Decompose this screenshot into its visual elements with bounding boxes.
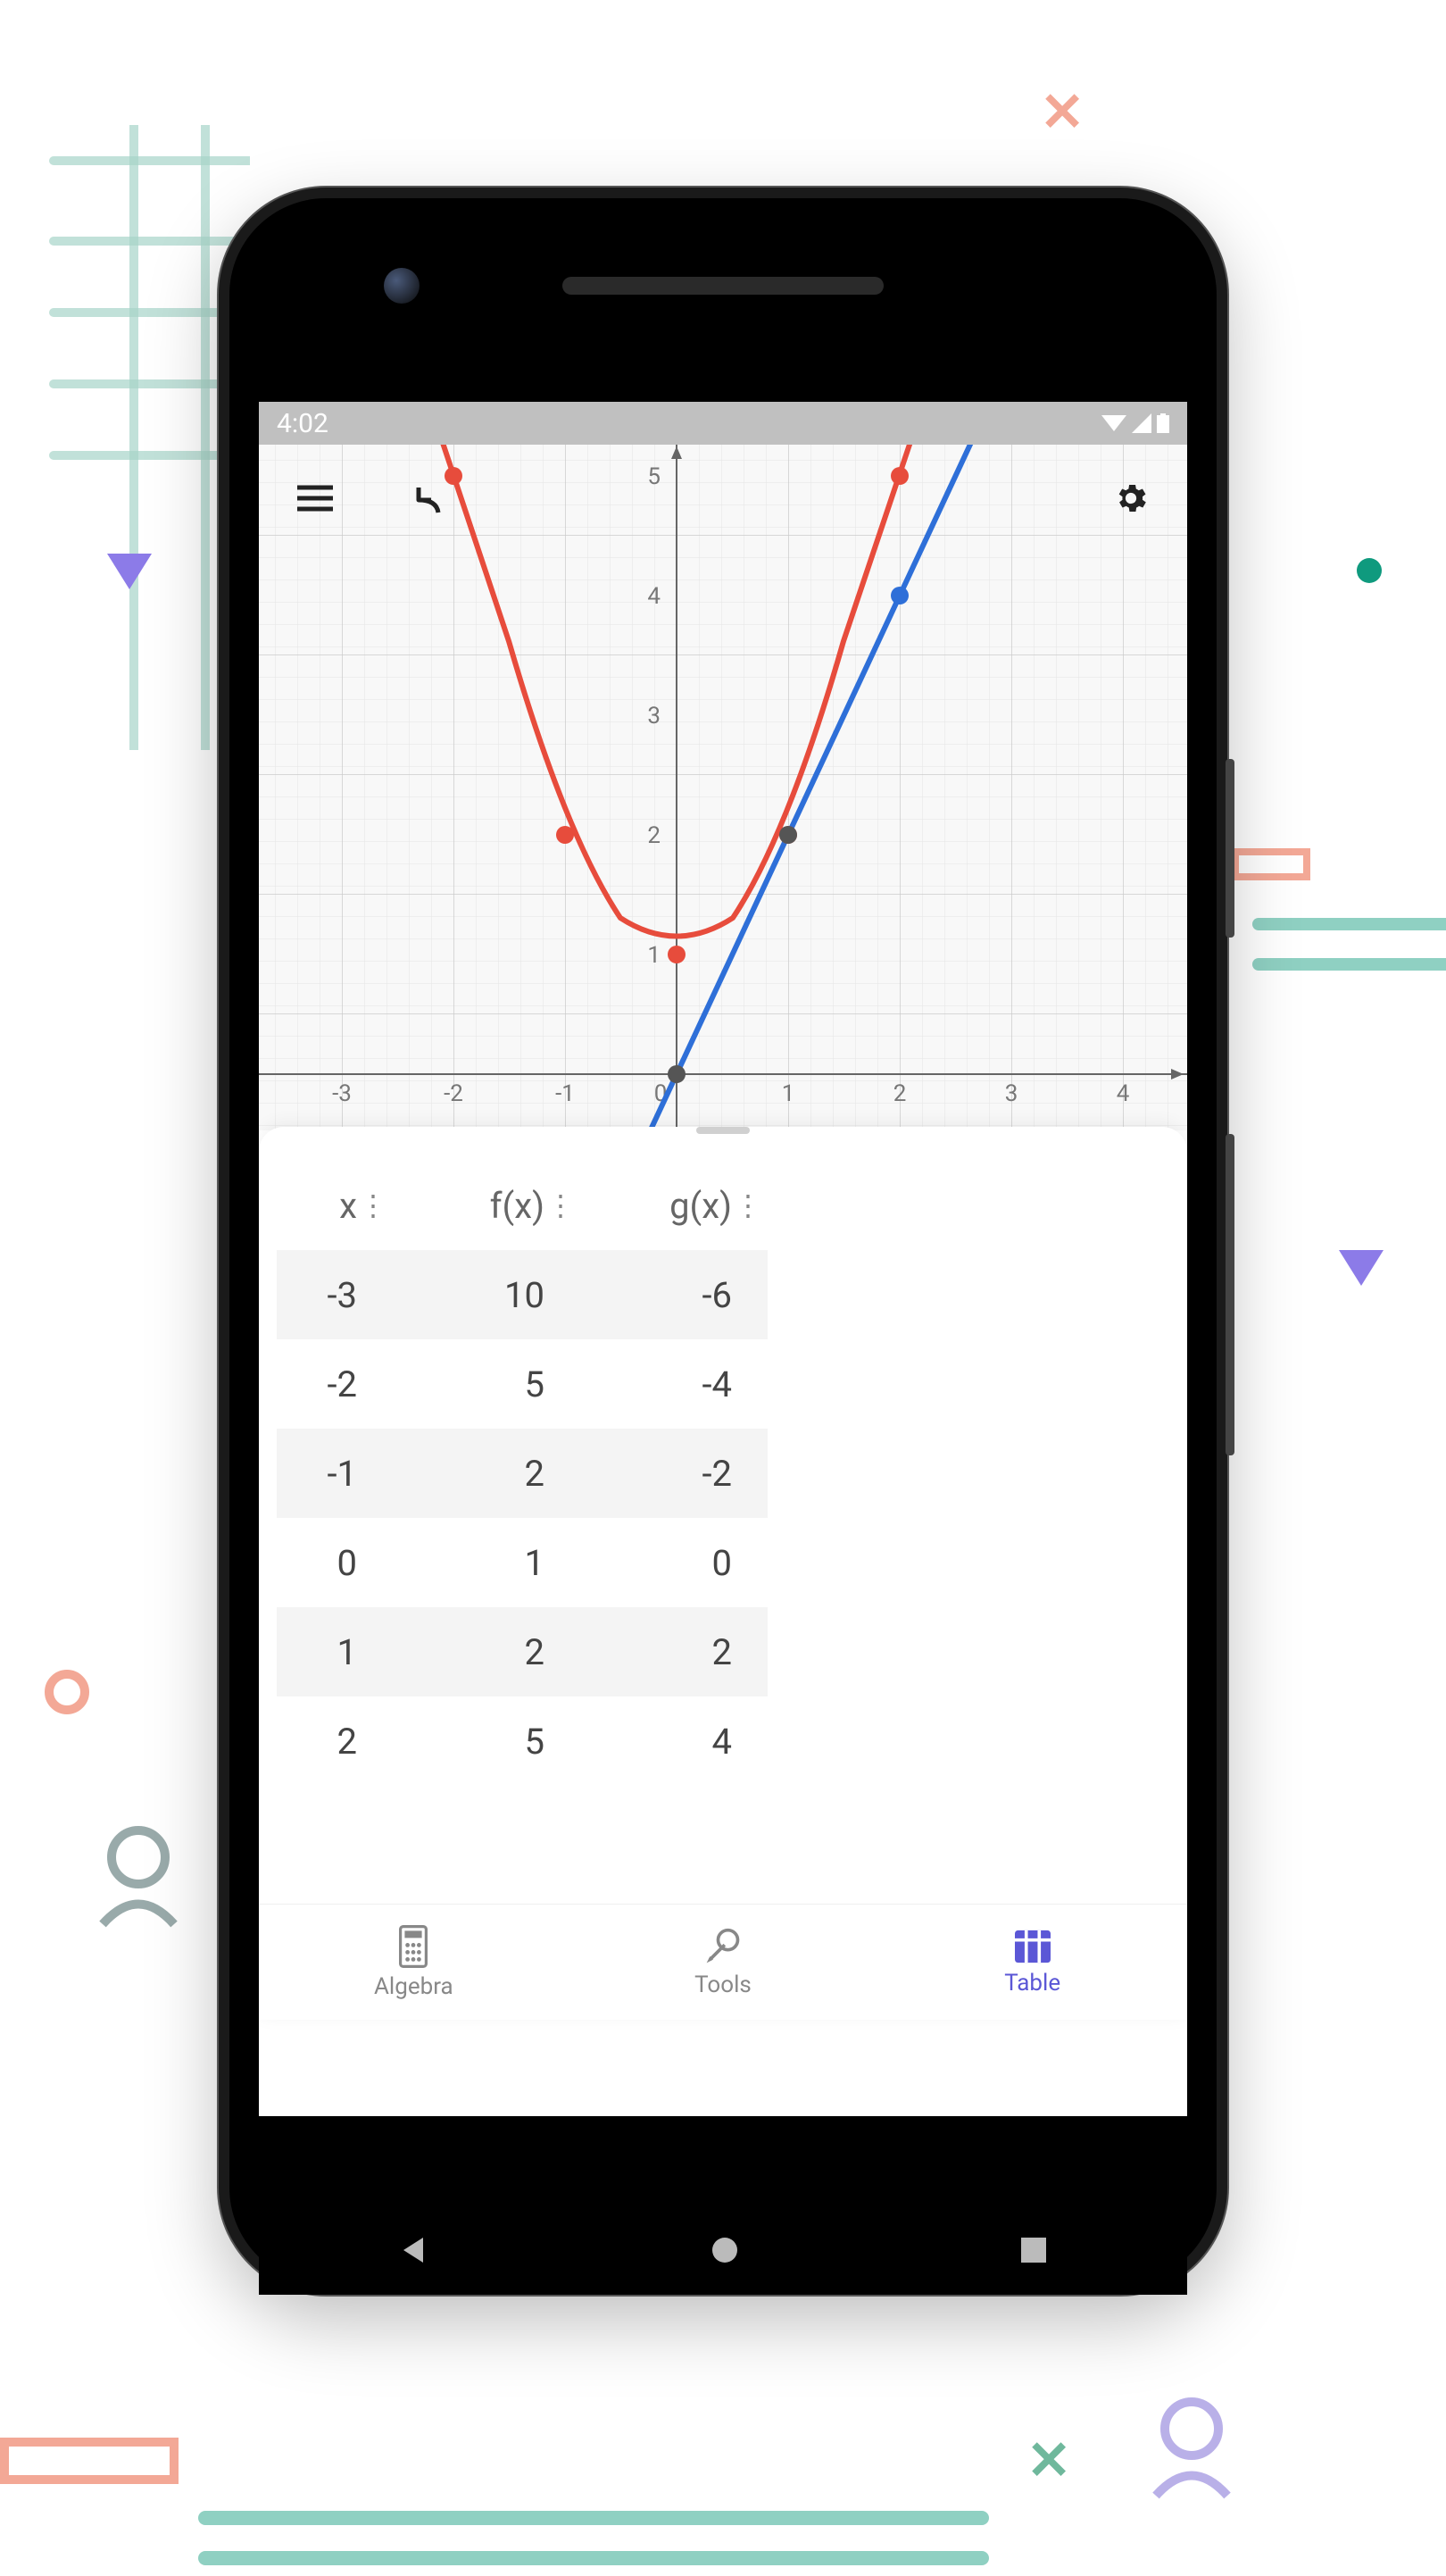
decor-avatar [1143, 2393, 1241, 2500]
table-cell: -3 [277, 1250, 393, 1339]
back-button[interactable] [398, 2234, 430, 2266]
col-menu-x[interactable]: ⋮ [359, 1188, 387, 1222]
status-time: 4:02 [277, 408, 328, 439]
svg-text:-2: -2 [444, 1080, 463, 1107]
table-cell: 2 [277, 1696, 393, 1786]
tools-icon [703, 1927, 743, 1966]
decor-dot [1357, 558, 1382, 583]
col-menu-f[interactable]: ⋮ [546, 1188, 575, 1222]
phone-camera [384, 268, 420, 304]
wifi-icon [1101, 413, 1126, 433]
decor-triangle [1339, 1250, 1384, 1286]
table-cell: 5 [393, 1339, 580, 1429]
table-row[interactable]: -25-4 [277, 1339, 768, 1429]
table-panel: x ⋮ f(x) ⋮ g(x) ⋮ [259, 1127, 1187, 2020]
table-cell: -1 [277, 1429, 393, 1518]
decor-circle [45, 1670, 89, 1714]
nav-table[interactable]: Table [877, 1905, 1187, 2020]
decor-grid [0, 125, 250, 750]
decor-triangle [107, 554, 152, 589]
bottom-nav: Algebra Tools [259, 1904, 1187, 2020]
table-cell: 5 [393, 1696, 580, 1786]
table-cell: 10 [393, 1250, 580, 1339]
nav-algebra[interactable]: Algebra [259, 1905, 569, 2020]
table-cell: 2 [393, 1429, 580, 1518]
decor-lines [196, 2505, 1000, 2576]
phone-frame: 4:02 [219, 188, 1227, 2295]
table-cell: -2 [277, 1339, 393, 1429]
graph-canvas[interactable]: -3-2-1 0 1234 12 34 5 [259, 445, 1187, 1130]
gear-icon [1112, 479, 1150, 517]
android-navbar [259, 2205, 1187, 2295]
svg-text:2: 2 [893, 1080, 907, 1107]
decor-lines [1250, 911, 1446, 982]
menu-button[interactable] [290, 473, 340, 523]
nav-tools[interactable]: Tools [569, 1905, 878, 2020]
svg-text:1: 1 [782, 1080, 795, 1107]
undo-button[interactable] [403, 473, 453, 523]
table-row[interactable]: -12-2 [277, 1429, 768, 1518]
decor-rect [1232, 848, 1321, 884]
hamburger-icon [297, 485, 333, 512]
recents-button[interactable] [1019, 2236, 1048, 2264]
nav-label: Tools [694, 1972, 752, 1998]
graph-toolbar [259, 445, 1187, 552]
table-icon [1013, 1929, 1052, 1964]
nav-label: Algebra [374, 1973, 453, 2000]
nav-label: Table [1004, 1970, 1060, 1997]
col-header-x: x ⋮ [277, 1161, 393, 1250]
table-cell: 1 [393, 1518, 580, 1607]
app-screen: 4:02 [259, 402, 1187, 2116]
table-cell: 1 [277, 1607, 393, 1696]
table-cell: -2 [580, 1429, 768, 1518]
table-cell: 4 [580, 1696, 768, 1786]
undo-icon [410, 480, 445, 516]
decor-rect [0, 2438, 179, 2491]
svg-text:3: 3 [1005, 1080, 1018, 1107]
table-cell: -6 [580, 1250, 768, 1339]
table-row[interactable]: -310-6 [277, 1250, 768, 1339]
calculator-icon [395, 1925, 431, 1968]
table-cell: 2 [580, 1607, 768, 1696]
signal-icon [1132, 413, 1151, 433]
svg-text:-3: -3 [332, 1080, 352, 1107]
settings-button[interactable] [1106, 473, 1156, 523]
col-header-f: f(x) ⋮ [393, 1161, 580, 1250]
table-cell: 0 [277, 1518, 393, 1607]
phone-speaker [562, 277, 884, 295]
svg-text:1: 1 [647, 942, 661, 969]
table-cell: 0 [580, 1518, 768, 1607]
decor-avatar [89, 1822, 187, 1929]
values-table: x ⋮ f(x) ⋮ g(x) ⋮ [277, 1161, 768, 1786]
col-menu-g[interactable]: ⋮ [734, 1188, 762, 1222]
table-cell: -4 [580, 1339, 768, 1429]
home-button[interactable] [709, 2234, 741, 2266]
decor-x: ✕ [1040, 80, 1084, 144]
svg-text:3: 3 [647, 703, 661, 729]
col-header-g: g(x) ⋮ [580, 1161, 768, 1250]
table-row[interactable]: 010 [277, 1518, 768, 1607]
battery-icon [1157, 413, 1169, 433]
svg-text:-1: -1 [555, 1080, 575, 1107]
android-statusbar: 4:02 [259, 402, 1187, 445]
svg-text:2: 2 [647, 822, 661, 849]
panel-drag-handle[interactable] [696, 1127, 750, 1134]
table-row[interactable]: 254 [277, 1696, 768, 1786]
svg-text:4: 4 [1117, 1080, 1130, 1107]
svg-text:4: 4 [647, 583, 661, 610]
table-cell: 2 [393, 1607, 580, 1696]
table-row[interactable]: 122 [277, 1607, 768, 1696]
status-icons [1101, 413, 1169, 433]
decor-x: ✕ [1026, 2429, 1071, 2492]
